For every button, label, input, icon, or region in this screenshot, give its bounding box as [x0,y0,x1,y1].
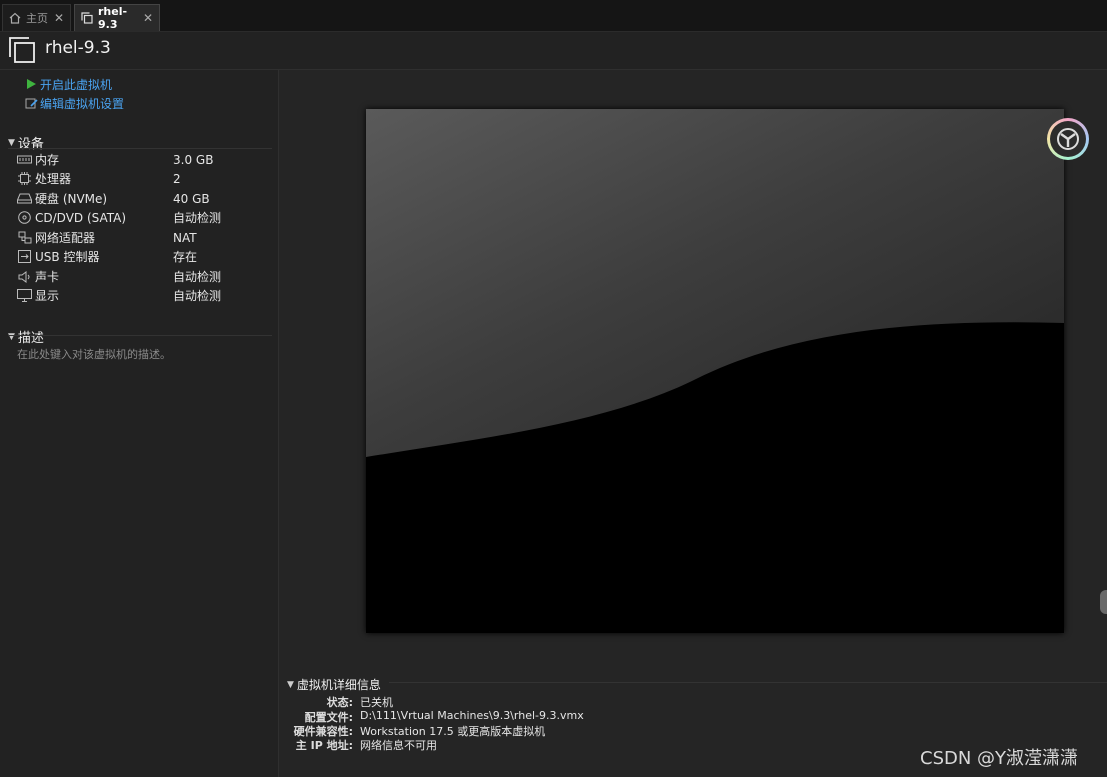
device-name: 处理器 [35,172,72,186]
divider [389,682,1107,683]
processor-icon [17,172,32,185]
collapse-triangle-icon: ▼ [287,679,294,690]
device-row-display[interactable]: 显示 自动检测 [17,286,272,305]
home-icon [9,12,21,24]
edit-settings-icon [24,96,38,110]
power-on-button[interactable]: 开启此虚拟机 [24,75,112,93]
divider [8,335,272,336]
collapse-triangle-icon: ▼ [8,331,15,342]
detail-value: 已关机 [360,696,393,709]
divider [8,148,272,149]
detail-value: D:\111\Vrtual Machines\9.3\rhel-9.3.vmx [360,709,584,722]
description-field[interactable]: 在此处键入对该虚拟机的描述。 [17,346,171,362]
power-on-label: 开启此虚拟机 [40,77,113,92]
play-icon [24,77,38,91]
cd-dvd-icon [17,211,32,224]
device-value: 40 GB [173,191,210,206]
device-value: NAT [173,230,197,245]
vm-icon [8,36,36,64]
vm-icon [81,12,93,24]
device-row-network-adapter[interactable]: 网络适配器 NAT [17,228,272,247]
memory-icon [17,153,32,166]
detail-key: 主 IP 地址: [295,739,353,752]
vm-screen-preview[interactable] [366,109,1064,633]
device-value: 3.0 GB [173,152,214,167]
device-row-processor[interactable]: 处理器 2 [17,169,272,188]
device-row-memory[interactable]: 内存 3.0 GB [17,150,272,169]
page-title: rhel-9.3 [45,38,111,58]
tab-home-label: 主页 [26,12,48,25]
details-heading[interactable]: ▼ 虚拟机详细信息 [287,676,381,693]
description-heading[interactable]: ▼ 描述 [8,327,44,346]
device-row-usb[interactable]: USB 控制器 存在 [17,247,272,266]
device-name: 显示 [35,289,60,303]
vm-header: rhel-9.3 [0,32,1107,70]
collapse-triangle-icon: ▼ [8,137,15,148]
tab-rhel[interactable]: rhel-9.3 ✕ [74,4,160,31]
device-value: 自动检测 [173,270,222,284]
device-name: 网络适配器 [35,231,96,245]
device-row-hard-disk[interactable]: 硬盘 (NVMe) 40 GB [17,189,272,208]
device-value: 2 [173,171,181,186]
sidebar: 开启此虚拟机 编辑虚拟机设置 ▼ 设备 内存 3.0 GB 处理器 2 硬盘 (… [0,70,279,777]
watermark: CSDN @Y淑滢潇潇 [920,748,1079,769]
network-adapter-icon [17,231,32,244]
edit-settings-label: 编辑虚拟机设置 [40,96,125,111]
tab-rhel-label: rhel-9.3 [98,5,128,31]
sound-card-icon [17,270,32,283]
vm-main-panel: ▼ 虚拟机详细信息 状态: 已关机 配置文件: D:\111\Vrtual Ma… [279,70,1107,777]
close-icon[interactable]: ✕ [143,11,153,25]
panel-edge-handle[interactable] [1100,590,1107,614]
device-name: 硬盘 (NVMe) [35,192,108,206]
device-name: CD/DVD (SATA) [35,210,127,225]
vm-screen-thumbnail [366,109,1064,633]
usb-icon [17,250,32,263]
tab-bar: 主页 ✕ rhel-9.3 ✕ [0,0,1107,32]
device-value: 存在 [173,250,198,264]
assistant-badge[interactable] [1047,118,1089,160]
close-icon[interactable]: ✕ [54,11,64,25]
hard-disk-icon [17,192,32,205]
device-name: 声卡 [35,270,60,284]
device-value: 自动检测 [173,289,222,303]
detail-value: 网络信息不可用 [360,739,437,752]
badge-logo-icon [1050,121,1086,157]
device-name: USB 控制器 [35,250,100,264]
detail-key: 状态: [326,696,353,709]
device-row-cd-dvd[interactable]: CD/DVD (SATA) 自动检测 [17,208,272,227]
device-value: 自动检测 [173,211,222,225]
device-name: 内存 [35,153,60,167]
edit-settings-button[interactable]: 编辑虚拟机设置 [24,94,124,112]
tab-home[interactable]: 主页 ✕ [2,4,71,31]
device-row-sound-card[interactable]: 声卡 自动检测 [17,267,272,286]
display-icon [17,289,32,302]
